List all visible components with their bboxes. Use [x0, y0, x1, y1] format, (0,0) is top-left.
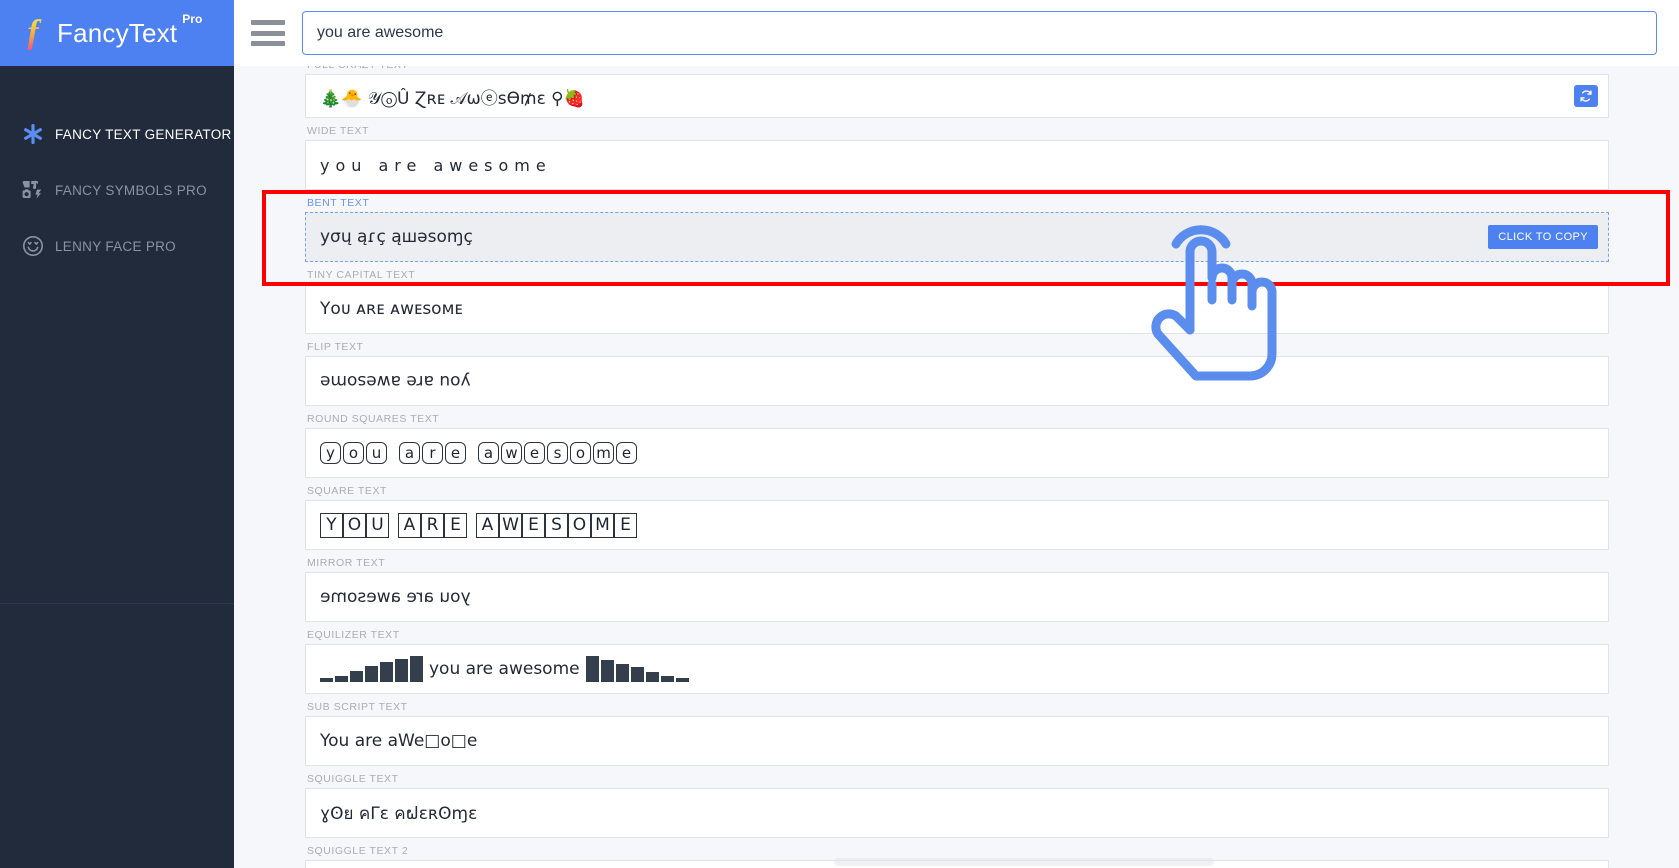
row-flip-text: FLIP TEXT you are awesome	[305, 334, 1609, 406]
row-value-box[interactable]: уσų ąɾҫ ąшәѕоɱҫ CLICK TO COPY	[305, 212, 1609, 262]
sidebar-item-lenny-face-pro[interactable]: LENNY FACE PRO	[0, 218, 234, 274]
row-wide-text: WIDE TEXT you are awesome	[305, 118, 1609, 190]
row-label: FULL CRAZY TEXT	[305, 66, 1609, 74]
row-value-box[interactable]: ɣʘย คΓε คຝεʀʘɱε	[305, 788, 1609, 838]
sidebar-item-fancy-text-generator[interactable]: FANCY TEXT GENERATOR	[0, 106, 234, 162]
row-label: ROUND SQUARES TEXT	[307, 413, 440, 425]
row-text: you are awesome	[320, 155, 552, 175]
row-value-box[interactable]: you are awesome	[305, 356, 1609, 406]
row-text: you are awesome	[320, 371, 471, 391]
row-mirror-text: MIRROR TEXT you are awesome	[305, 550, 1609, 622]
row-label: MIRROR TEXT	[307, 557, 386, 569]
brand-header[interactable]: f FancyText Pro	[0, 0, 234, 66]
row-value-box[interactable]: you are awesome	[305, 140, 1609, 190]
fancytext-f-logo-icon: f	[18, 14, 48, 52]
row-round-squares-text: ROUND SQUARES TEXT youareawesome	[305, 406, 1609, 478]
row-squiggle-text: SQUIGGLE TEXT ɣʘย คΓε คຝεʀʘɱε	[305, 766, 1609, 838]
text-style-list: FULL CRAZY TEXT 🎄🐣 𝒴ⓞÛ Ɀʀᴇ 𝒜ωⓔѕѲ₥ε ⚲🍓 WI…	[234, 66, 1679, 868]
sidebar: f FancyText Pro FANCY TEXT GENERATOR FAN…	[0, 0, 234, 868]
horizontal-scrollbar[interactable]	[834, 858, 1214, 866]
click-to-copy-button[interactable]: CLICK TO COPY	[1488, 225, 1598, 249]
row-label: TINY CAPITAL TEXT	[307, 269, 416, 281]
row-text: Yᴏᴜ ᴀʀᴇ ᴀᴡᴇѕᴏᴍᴇ	[320, 299, 463, 319]
row-text: ɣʘย คΓε คຝεʀʘɱε	[320, 803, 478, 824]
row-label: SUB SCRIPT TEXT	[307, 701, 408, 713]
sidebar-item-label: FANCY TEXT GENERATOR	[55, 126, 232, 142]
row-value-box[interactable]: Yᴏᴜ ᴀʀᴇ ᴀᴡᴇѕᴏᴍᴇ	[305, 284, 1609, 334]
search-container	[302, 11, 1679, 55]
asterisk-icon	[20, 121, 46, 147]
main-content: FULL CRAZY TEXT 🎄🐣 𝒴ⓞÛ Ɀʀᴇ 𝒜ωⓔѕѲ₥ε ⚲🍓 WI…	[234, 66, 1679, 868]
row-value-box[interactable]: youareawesome	[305, 428, 1609, 478]
hamburger-icon[interactable]	[251, 20, 285, 46]
row-label: SQUIGGLE TEXT 2	[307, 845, 409, 857]
row-text: you are awesome	[429, 659, 580, 679]
brand-name: FancyText	[57, 17, 178, 48]
row-tiny-capital-text: TINY CAPITAL TEXT Yᴏᴜ ᴀʀᴇ ᴀᴡᴇѕᴏᴍᴇ	[305, 262, 1609, 334]
sidebar-item-fancy-symbols-pro[interactable]: FANCY SYMBOLS PRO	[0, 162, 234, 218]
equalizer-bars-right	[585, 656, 689, 682]
search-input[interactable]	[302, 11, 1657, 55]
equalizer-bars-left	[320, 656, 423, 682]
row-label: FLIP TEXT	[307, 341, 364, 353]
row-value-box[interactable]: YOUAREAWESOME	[305, 500, 1609, 550]
row-label: WIDE TEXT	[307, 125, 369, 137]
row-sub-script-text: SUB SCRIPT TEXT You are aWe□o□e	[305, 694, 1609, 766]
page-root: f FancyText Pro FANCY TEXT GENERATOR FAN…	[0, 0, 1679, 868]
row-text: You are aWe□o□e	[320, 731, 478, 751]
smiley-face-icon	[20, 233, 46, 259]
sidebar-item-label: LENNY FACE PRO	[55, 238, 176, 254]
row-full-crazy-text: FULL CRAZY TEXT 🎄🐣 𝒴ⓞÛ Ɀʀᴇ 𝒜ωⓔѕѲ₥ε ⚲🍓	[305, 66, 1609, 118]
row-label: SQUARE TEXT	[307, 485, 387, 497]
topbar	[234, 0, 1679, 66]
symbols-grid-icon	[20, 177, 46, 203]
sidebar-divider	[0, 603, 234, 604]
row-square-text: SQUARE TEXT YOUAREAWESOME	[305, 478, 1609, 550]
row-text: уσų ąɾҫ ąшәѕоɱҫ	[320, 227, 473, 247]
refresh-icon[interactable]	[1574, 85, 1598, 107]
sidebar-item-label: FANCY SYMBOLS PRO	[55, 182, 207, 198]
row-value-box[interactable]: you are awesome	[305, 644, 1609, 694]
row-text: youareawesome	[320, 442, 637, 464]
row-text: YOUAREAWESOME	[320, 512, 637, 538]
row-value-box[interactable]: you are awesome	[305, 572, 1609, 622]
row-label: BENT TEXT	[307, 197, 370, 209]
brand-pro-badge: Pro	[182, 12, 203, 26]
row-value-box[interactable]: 🎄🐣 𝒴ⓞÛ Ɀʀᴇ 𝒜ωⓔѕѲ₥ε ⚲🍓	[305, 74, 1609, 118]
row-text: you are awesome	[320, 587, 471, 607]
row-text: 🎄🐣 𝒴ⓞÛ Ɀʀᴇ 𝒜ωⓔѕѲ₥ε ⚲🍓	[320, 88, 585, 109]
row-bent-text: BENT TEXT уσų ąɾҫ ąшәѕоɱҫ CLICK TO COPY	[305, 190, 1609, 262]
row-label: EQUILIZER TEXT	[307, 629, 400, 641]
sidebar-nav: FANCY TEXT GENERATOR FANCY SYMBOLS PRO L…	[0, 66, 234, 274]
row-value-box[interactable]: You are aWe□o□e	[305, 716, 1609, 766]
row-equilizer-text: EQUILIZER TEXT you are awesome	[305, 622, 1609, 694]
row-label: SQUIGGLE TEXT	[307, 773, 399, 785]
